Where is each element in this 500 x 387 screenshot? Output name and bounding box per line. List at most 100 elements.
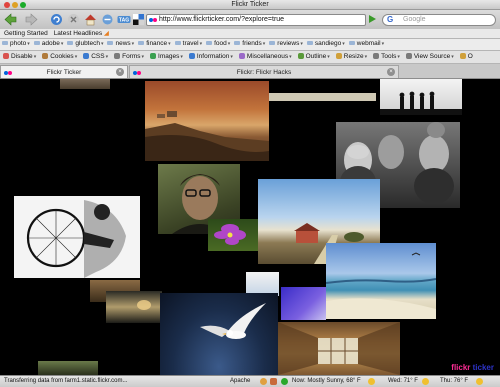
toolbar-menu-icon [459, 53, 466, 60]
tag-button[interactable]: TAG [116, 12, 131, 27]
flickr-favicon-icon [4, 71, 12, 75]
photo-purple-flower[interactable] [208, 219, 260, 251]
go-button[interactable] [367, 14, 377, 26]
toolbar-menu-icon [150, 53, 157, 60]
photo-beach-coastline[interactable] [326, 243, 436, 319]
server-label: Apache [230, 378, 251, 384]
chevron-down-icon: ▾ [27, 41, 30, 47]
photo-thumbnail[interactable] [60, 79, 110, 89]
back-arrow-icon [4, 13, 17, 26]
bookmark-folder[interactable]: glubtech▾ [65, 39, 105, 49]
web-developer-menu[interactable]: Outline▾ [295, 51, 333, 63]
tab-label: Flickr: Flickr Hacks [236, 69, 292, 76]
bookmark-getting-started[interactable]: Getting Started [0, 29, 50, 38]
status-bar: Transferring data from farm1.static.flic… [0, 375, 500, 387]
chevron-down-icon: ▾ [141, 54, 145, 60]
weather-thursday[interactable]: Thu: 76° F [440, 376, 468, 387]
bookmark-folder[interactable]: travel▾ [173, 39, 204, 49]
bookmark-folder[interactable]: reviews▾ [267, 39, 305, 49]
bookmark-page-button[interactable] [100, 12, 115, 27]
close-tab-icon[interactable]: × [116, 68, 124, 76]
folder-icon [206, 41, 213, 46]
chevron-down-icon: ▾ [105, 54, 109, 60]
toolbar-menu-icon [335, 53, 342, 60]
chevron-down-icon: ▾ [131, 41, 135, 47]
chevron-down-icon: ▾ [381, 41, 385, 47]
toolbar-menu-icon [114, 53, 121, 60]
web-developer-toolbar: Disable▾ Cookies▾ CSS▾ Forms▾ Images▾ Informa… [0, 51, 500, 64]
web-developer-menu[interactable]: View Source▾ [403, 51, 457, 63]
chevron-down-icon: ▾ [60, 41, 64, 47]
back-button[interactable] [3, 12, 18, 27]
stop-icon [68, 14, 79, 25]
folder-icon [2, 41, 8, 46]
photo-seagull-flying[interactable] [160, 293, 278, 375]
weather-wednesday[interactable]: Wed: 71° F [388, 376, 418, 387]
bookmark-folder[interactable]: news▾ [105, 39, 136, 49]
folders-toolbar: photo▾ adobe▾ glubtech▾ news▾ finance▾ travel… [0, 39, 500, 51]
bookmark-folder[interactable]: food▾ [204, 39, 232, 49]
web-developer-menu[interactable]: Cookies▾ [39, 51, 80, 63]
web-developer-menu[interactable]: Images▾ [147, 51, 186, 63]
chevron-down-icon: ▾ [74, 54, 78, 60]
photo-rocky-coast[interactable] [145, 81, 269, 161]
reload-icon [51, 14, 62, 25]
folder-icon [269, 41, 276, 46]
bookmark-folder[interactable]: friends▾ [232, 39, 267, 49]
stop-button[interactable] [66, 12, 81, 27]
chevron-down-icon: ▾ [327, 54, 330, 60]
web-developer-menu[interactable]: Disable▾ [0, 51, 39, 63]
home-button[interactable] [83, 12, 98, 27]
chevron-down-icon: ▾ [230, 54, 233, 60]
chevron-down-icon: ▾ [180, 54, 183, 60]
bookmark-folder[interactable]: finance▾ [136, 39, 172, 49]
bookmark-folder[interactable]: sandiego▾ [305, 39, 347, 49]
chevron-down-icon: ▾ [342, 41, 345, 47]
bookmark-folder[interactable]: webmail▾ [347, 39, 386, 49]
url-field[interactable]: http://www.flickrticker.com/?explore=tru… [146, 14, 366, 26]
chevron-down-icon: ▾ [289, 54, 292, 60]
google-icon: G [387, 15, 394, 24]
weather-now[interactable]: Now: Mostly Sunny, 68° F [292, 376, 361, 387]
tag-icon: TAG [117, 16, 130, 24]
forward-arrow-icon [25, 13, 38, 26]
web-developer-menu[interactable]: Forms▾ [111, 51, 147, 63]
flickr-ticker-collage: flickr ticker [0, 79, 500, 375]
folder-icon [67, 41, 74, 46]
toolbar-menu-icon [83, 53, 90, 60]
photo-thumbnail[interactable] [268, 93, 376, 101]
folder-icon [348, 41, 355, 46]
flickr-favicon-icon [149, 18, 157, 22]
forward-button[interactable] [24, 12, 39, 27]
web-developer-menu[interactable]: Resize▾ [333, 51, 370, 63]
tab-flickr-hacks[interactable]: Flickr: Flickr Hacks × [129, 65, 399, 78]
photo-silhouettes[interactable] [380, 79, 462, 115]
bookmark-latest-headlines[interactable]: Latest Headlines ◢ [52, 29, 111, 38]
bookmark-folder[interactable]: adobe▾ [32, 39, 66, 49]
go-arrow-icon [369, 15, 376, 23]
search-field[interactable]: G Google [382, 14, 496, 26]
rss-icon: ◢ [103, 30, 109, 37]
delicious-button[interactable] [131, 12, 146, 27]
photo-thumbnail[interactable] [38, 361, 98, 375]
tab-flickr-ticker[interactable]: Flickr Ticker × [0, 65, 128, 78]
folder-icon [33, 41, 40, 46]
toolbar-menu-icon [373, 53, 380, 60]
web-developer-menu[interactable]: Tools▾ [370, 51, 403, 63]
reload-button[interactable] [49, 12, 64, 27]
photo-sunset-water[interactable] [106, 291, 162, 323]
delicious-icon [133, 14, 144, 25]
web-developer-menu[interactable]: Information▾ [186, 51, 236, 63]
photo-abandoned-room[interactable] [278, 322, 400, 375]
url-text: http://www.flickrticker.com/?explore=tru… [159, 16, 285, 23]
toolbar-menu-icon [405, 53, 412, 60]
web-developer-menu[interactable]: Miscellaneous▾ [236, 51, 295, 63]
photo-bicycle-wheel[interactable] [14, 196, 140, 278]
chevron-down-icon: ▾ [262, 41, 266, 47]
chevron-down-icon: ▾ [451, 54, 454, 60]
close-tab-icon[interactable]: × [387, 68, 395, 76]
photo-blue-abstract[interactable] [281, 287, 326, 320]
web-developer-menu[interactable]: O [457, 51, 476, 63]
web-developer-menu[interactable]: CSS▾ [80, 51, 111, 63]
bookmark-folder[interactable]: photo▾ [0, 39, 32, 49]
